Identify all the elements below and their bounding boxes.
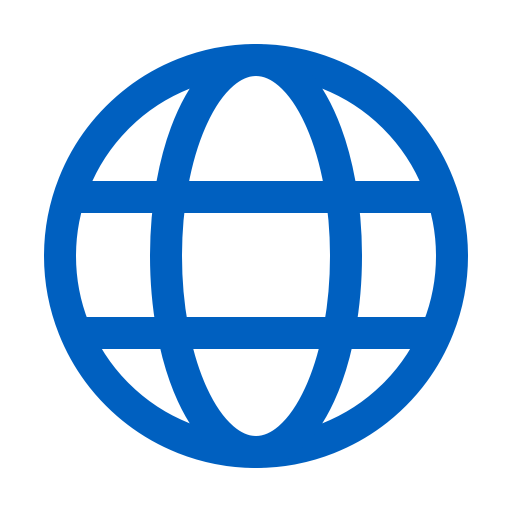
globe-meridian: [150, 44, 362, 468]
globe-icon: [44, 44, 468, 468]
globe-outline: [44, 44, 468, 468]
icon-canvas: [0, 0, 512, 512]
